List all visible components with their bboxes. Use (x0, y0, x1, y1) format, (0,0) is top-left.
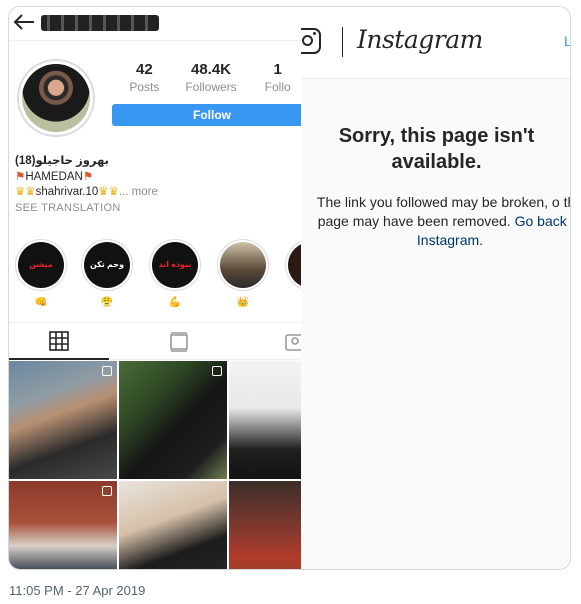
multi-photo-icon (102, 366, 112, 376)
tweet-media-frame[interactable]: 42 Posts 48.4K Followers 1 Follo Follow … (8, 6, 571, 570)
stat-posts-value: 42 (135, 61, 153, 78)
stat-posts[interactable]: 42 Posts (111, 61, 178, 94)
arrow-left-icon[interactable] (13, 13, 35, 31)
tweet-timestamp[interactable]: 11:05 PM - 27 Apr 2019 (9, 583, 145, 598)
bio-more-link[interactable]: ... more (119, 186, 158, 198)
grid-photo[interactable] (9, 481, 117, 569)
highlight-item[interactable]: وحم تکن 😤 (79, 239, 135, 308)
error-title: Sorry, this page isn't available. (338, 125, 535, 173)
bio-line-birthday: ♛♛shahrivar.10♛♛... more (15, 185, 295, 201)
tab-feed[interactable] (129, 323, 229, 360)
header-divider (342, 27, 343, 57)
flag-icon: ⚑ (15, 170, 26, 183)
crown-icon: ♛♛ (15, 186, 36, 198)
grid-photo[interactable] (9, 361, 117, 479)
grid-photo[interactable] (119, 481, 227, 569)
highlight-cover: وحم تکن (84, 242, 130, 288)
highlight-emoji: 😤 (100, 297, 114, 308)
highlight-item[interactable]: 😂 (283, 239, 301, 308)
stat-following-value: 1 (273, 61, 282, 78)
highlight-item[interactable]: 👑 (215, 239, 271, 308)
bio-name: بهروز حاجیلو(18) (15, 155, 109, 167)
stat-followers-label: Followers (185, 80, 237, 94)
multi-photo-icon (102, 486, 112, 496)
profile-panel: 42 Posts 48.4K Followers 1 Follo Follow … (9, 7, 301, 569)
profile-stats: 42 Posts 48.4K Followers 1 Follo (111, 61, 301, 94)
highlight-cover: نبوده اند (152, 242, 198, 288)
instagram-camera-icon[interactable] (301, 28, 321, 54)
stat-following[interactable]: 1 Follo (244, 61, 301, 94)
highlight-emoji: 😂 (283, 297, 301, 308)
see-translation-link[interactable]: SEE TRANSLATION (15, 201, 295, 217)
feed-icon (170, 331, 188, 352)
instagram-header: Instagram Lo (301, 7, 570, 79)
grid-photo[interactable] (229, 361, 301, 479)
stat-followers-value: 48.4K (190, 61, 232, 78)
highlight-cover (288, 242, 301, 288)
highlight-emoji: 👑 (236, 297, 250, 308)
grid-photo[interactable] (229, 481, 301, 569)
redacted-username (41, 15, 159, 31)
tab-grid[interactable] (9, 323, 109, 360)
highlight-cover: میشن (18, 242, 64, 288)
grid-photo[interactable] (119, 361, 227, 479)
tagged-icon (285, 333, 301, 351)
highlight-cover (220, 242, 266, 288)
highlight-emoji: 💪 (168, 297, 182, 308)
login-link[interactable]: Lo (564, 33, 570, 49)
stat-posts-label: Posts (129, 80, 160, 94)
highlight-item[interactable]: میشن 👊 (13, 239, 69, 308)
stat-followers[interactable]: 48.4K Followers (178, 61, 245, 94)
crown-icon: ♛♛ (98, 186, 119, 198)
error-message: The link you followed may be broken, o t… (305, 193, 570, 250)
avatar[interactable] (17, 59, 95, 137)
grid-icon (49, 330, 69, 351)
tab-tagged[interactable] (245, 323, 301, 360)
profile-bio: بهروز حاجیلو(18) ⚑HAMEDAN⚑ ♛♛shahrivar.1… (15, 154, 295, 216)
story-highlights: میشن 👊 وحم تکن 😤 نبوده اند 💪 👑 😂 (9, 239, 301, 319)
profile-tabs (9, 322, 301, 360)
instagram-wordmark[interactable]: Instagram (357, 25, 483, 54)
bio-line-location: ⚑HAMEDAN⚑ (15, 170, 295, 186)
bio-birthday-text: shahrivar.10 (35, 186, 99, 198)
error-panel: Instagram Lo Sorry, this page isn't avai… (301, 7, 570, 569)
multi-photo-icon (212, 366, 222, 376)
follow-button[interactable]: Follow (112, 104, 301, 126)
highlight-item[interactable]: نبوده اند 💪 (147, 239, 203, 308)
stat-following-label: Follo (264, 80, 291, 94)
flag-icon: ⚑ (82, 170, 94, 183)
profile-topbar (9, 7, 301, 41)
bio-location-text: HAMEDAN (25, 170, 83, 183)
highlight-emoji: 👊 (34, 297, 48, 308)
